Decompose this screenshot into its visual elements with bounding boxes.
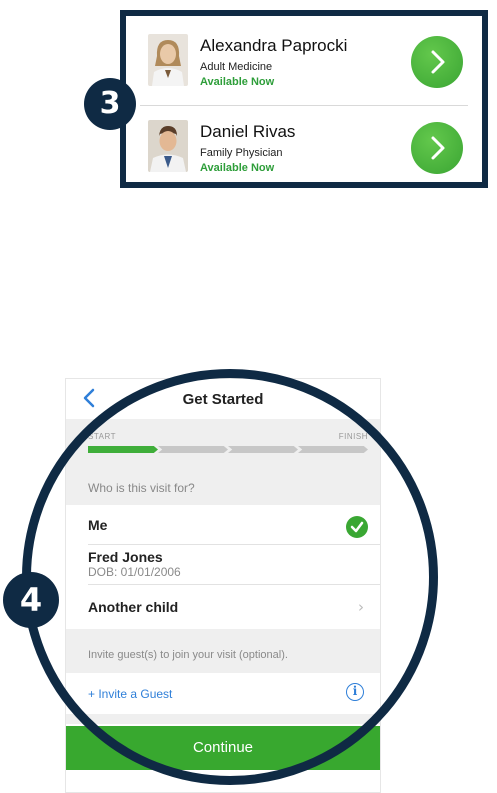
provider-row[interactable]: Alexandra Paprocki Adult Medicine Availa… <box>126 22 482 106</box>
provider-name: Alexandra Paprocki <box>200 36 348 55</box>
provider-row[interactable]: Daniel Rivas Family Physician Available … <box>126 108 482 192</box>
step-badge: 4 <box>3 572 59 628</box>
provider-name: Daniel Rivas <box>200 122 296 141</box>
provider-avatar <box>148 120 188 172</box>
highlight-ring <box>22 369 438 785</box>
select-provider-button[interactable] <box>411 36 463 88</box>
divider <box>140 105 468 106</box>
availability-status: Available Now <box>200 162 275 174</box>
chevron-right-icon <box>431 136 445 160</box>
step-badge: 3 <box>84 78 136 130</box>
availability-status: Available Now <box>200 76 275 88</box>
provider-specialty: Adult Medicine <box>200 61 273 73</box>
chevron-right-icon <box>431 50 445 74</box>
provider-specialty: Family Physician <box>200 147 283 159</box>
select-provider-button[interactable] <box>411 122 463 174</box>
provider-list-panel: Alexandra Paprocki Adult Medicine Availa… <box>120 10 488 188</box>
provider-avatar <box>148 34 188 86</box>
